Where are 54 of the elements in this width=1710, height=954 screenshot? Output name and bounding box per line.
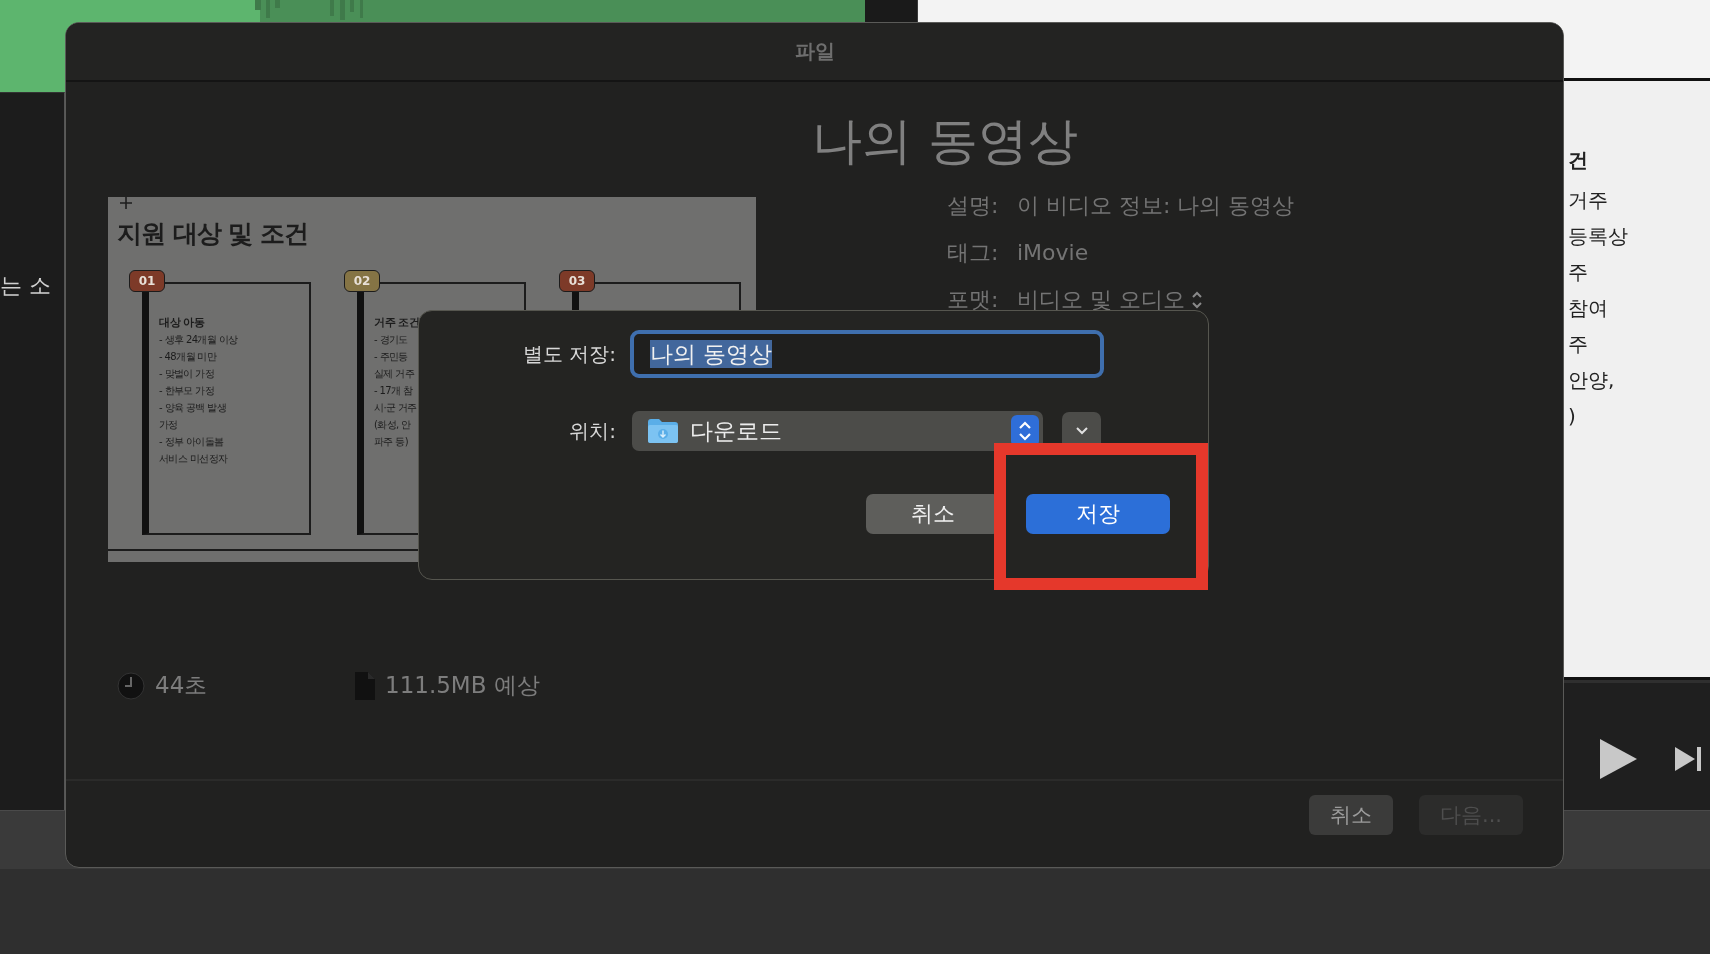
card-text: 파주 등) <box>374 435 410 449</box>
plus-icon <box>120 197 132 209</box>
number-tag: 03 <box>559 270 595 292</box>
card-text: - 양육 공백 발생 <box>159 401 228 415</box>
chevron-up-down-icon <box>1191 289 1203 310</box>
number-tag: 01 <box>129 270 165 292</box>
timeline-text: 는 소 <box>0 272 51 300</box>
clock-icon <box>117 671 145 700</box>
skip-to-end-icon[interactable] <box>1675 747 1703 771</box>
document-text: 거주 <box>1568 187 1609 213</box>
document-text: 참여 <box>1568 295 1609 321</box>
play-icon[interactable] <box>1600 739 1637 779</box>
save-as-label: 별도 저장: <box>521 340 616 368</box>
document-text: 주 <box>1568 259 1589 285</box>
card-text: 시·군 거주 <box>374 401 418 415</box>
card-text: - 경기도 <box>374 333 409 347</box>
chevron-down-icon <box>1074 426 1089 436</box>
video-title: 나의 동영상 <box>812 111 1079 172</box>
document-text: ) <box>1568 403 1577 429</box>
document-text: 주 <box>1568 331 1589 357</box>
card-text: - 생후 24개월 이상 <box>159 333 239 347</box>
location-popup[interactable]: 다운로드 <box>632 411 1043 451</box>
card-text: - 맞벌이 가정 <box>159 367 216 381</box>
duration-text: 44초 <box>155 671 208 700</box>
card-text: - 한부모 가정 <box>159 384 216 398</box>
folder-icon <box>648 419 678 443</box>
document-heading: 건 <box>1568 147 1589 173</box>
card-text: (화성, 안 <box>374 418 412 432</box>
card-heading: 대상 아동 <box>159 315 206 330</box>
format-popup[interactable]: 비디오 및 오디오 <box>1017 284 1203 315</box>
file-size-text: 111.5MB 예상 <box>385 671 540 700</box>
number-tag: 02 <box>344 270 380 292</box>
card-text: 가정 <box>159 418 179 432</box>
document-text: 안양, <box>1568 367 1616 393</box>
window-title: 파일 <box>794 38 835 65</box>
filename-field[interactable]: 나의 동영상 <box>630 330 1104 378</box>
field-label: 포맷: <box>947 285 999 314</box>
card-text: - 정부 아이돌봄 <box>159 435 225 449</box>
card-text: 서비스 미선정자 <box>159 452 229 466</box>
card-text: 실제 거주 <box>374 367 416 381</box>
save-button[interactable]: 저장 <box>1026 494 1170 534</box>
document-icon <box>355 671 375 700</box>
card-text: - 주민등 <box>374 350 409 364</box>
card-heading: 거주 조건 <box>374 315 421 330</box>
cancel-button[interactable]: 취소 <box>1309 795 1393 835</box>
field-label: 설명: <box>947 191 999 220</box>
document-text: 등록상 <box>1568 223 1629 249</box>
field-value[interactable]: iMovie <box>1017 240 1089 265</box>
card-text: - 17개 참 <box>374 384 414 398</box>
slide-title: 지원 대상 및 조건 <box>117 219 310 249</box>
location-label: 위치: <box>568 417 616 445</box>
card-text: - 48개월 미만 <box>159 350 218 364</box>
field-label: 태그: <box>947 238 999 267</box>
field-value[interactable]: 이 비디오 정보: 나의 동영상 <box>1017 190 1295 221</box>
